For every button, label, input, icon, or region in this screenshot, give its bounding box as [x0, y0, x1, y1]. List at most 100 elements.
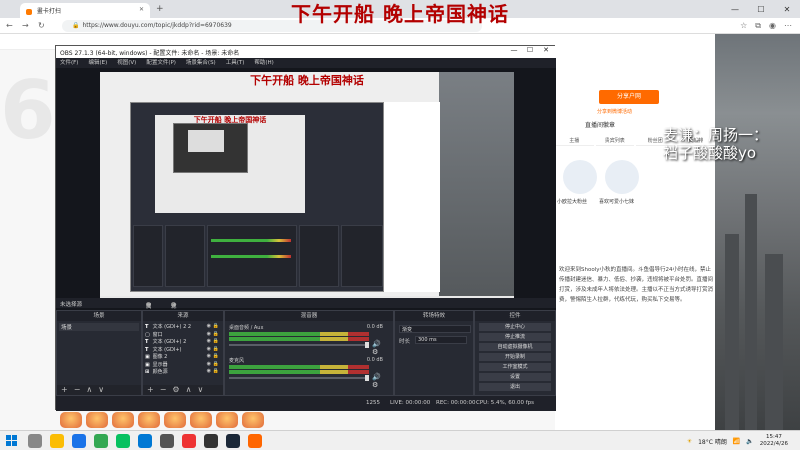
add-icon[interactable]: + [61, 385, 68, 395]
obs-preview[interactable]: 下午开船 晚上帝国神话 下午开船 晚上帝国神话 [56, 68, 556, 310]
scene-item[interactable]: 场景 [59, 323, 139, 331]
source-item[interactable]: ⊞ 颜色源 ◉ 🔒 [145, 368, 221, 376]
speaker-icon[interactable]: 🔊 ⚙ [372, 340, 385, 356]
eye-icon[interactable]: ◉ [207, 331, 211, 337]
gift-item[interactable] [190, 412, 212, 428]
add-icon[interactable]: + [147, 385, 154, 395]
source-item[interactable]: ▣ 图像 2 ◉ 🔒 [145, 353, 221, 361]
channel-db: 0.0 dB [366, 324, 383, 330]
exit-button[interactable]: 退出 [479, 383, 551, 391]
menu-help[interactable]: 帮助(H) [254, 58, 273, 68]
eye-icon[interactable]: ◉ [207, 368, 211, 374]
eye-icon[interactable]: ◉ [207, 338, 211, 344]
channel-name: 桌面音频 / Aux [229, 325, 264, 331]
side-tab[interactable]: 贵宾列表 [595, 134, 634, 146]
menu-profile[interactable]: 配置文件(P) [146, 58, 176, 68]
stop-streaming-button[interactable]: 停止推流 [479, 333, 551, 341]
volume-slider[interactable] [229, 377, 369, 379]
gift-item[interactable] [242, 412, 264, 428]
eye-icon[interactable]: ◉ [207, 353, 211, 359]
nested-video [439, 72, 514, 305]
gift-item[interactable] [164, 412, 186, 428]
studio-mode-button[interactable]: 工作室模式 [479, 363, 551, 371]
control-button[interactable]: 停止中心 [479, 323, 551, 331]
menu-tools[interactable]: 工具(T) [226, 58, 245, 68]
file-explorer-icon[interactable] [50, 434, 64, 448]
background-logo: 6 [0, 64, 56, 157]
menu-scene-collection[interactable]: 场景集合(S) [186, 58, 216, 68]
move-down-icon[interactable]: ∨ [98, 385, 104, 395]
avatar[interactable] [563, 160, 597, 194]
taskbar-apps [28, 434, 262, 448]
clock[interactable]: 15:47 2022/4/26 [760, 434, 788, 448]
remove-icon[interactable]: − [74, 385, 81, 395]
app-icon[interactable] [182, 434, 196, 448]
obs-window-controls: — ☐ ✕ [506, 46, 554, 54]
source-item[interactable]: T 文本 (GDI+) 2 ◉ 🔒 [145, 338, 221, 346]
store-icon[interactable] [138, 434, 152, 448]
gear-icon[interactable]: ⚙ [172, 385, 179, 395]
app-icon[interactable] [160, 434, 174, 448]
source-item[interactable]: ▢ 窗口 ◉ 🔒 [145, 331, 221, 339]
move-up-icon[interactable]: ∧ [186, 385, 192, 395]
gift-item[interactable] [138, 412, 160, 428]
gift-item[interactable] [112, 412, 134, 428]
app-icon[interactable] [248, 434, 262, 448]
side-tab[interactable]: 主播 [555, 134, 594, 146]
room-side-panel: 分享户网 分享到微博活动 直播间徽章 主播 贵宾列表 粉丝团 贡献排 小欧拉大粉… [555, 40, 715, 430]
maximize-icon[interactable]: ☐ [522, 46, 538, 54]
volume-icon[interactable]: 🔈 [746, 438, 753, 445]
lock-icon[interactable]: 🔒 [213, 346, 219, 352]
lock-icon[interactable]: 🔒 [213, 368, 219, 374]
nested-preview-3 [188, 130, 224, 152]
wechat-icon[interactable] [116, 434, 130, 448]
lock-icon[interactable]: 🔒 [213, 323, 219, 329]
gift-item[interactable] [60, 412, 82, 428]
source-item[interactable]: T 文本 (GDI+) 2 2 ◉ 🔒 [145, 323, 221, 331]
move-down-icon[interactable]: ∨ [197, 385, 203, 395]
obs-icon[interactable] [204, 434, 218, 448]
duration-input[interactable]: 300 ms [415, 336, 467, 344]
lock-icon[interactable]: 🔒 [213, 338, 219, 344]
network-icon[interactable]: 📶 [733, 438, 740, 445]
share-link[interactable]: 分享到微博活动 [597, 108, 632, 115]
steam-icon[interactable] [226, 434, 240, 448]
chrome-icon[interactable] [94, 434, 108, 448]
volume-slider-handle[interactable] [365, 342, 369, 348]
gift-item[interactable] [86, 412, 108, 428]
weather-icon: ☀ [686, 437, 693, 445]
volume-slider-handle[interactable] [365, 375, 369, 381]
lock-icon[interactable]: 🔒 [213, 331, 219, 337]
gift-item[interactable] [216, 412, 238, 428]
start-recording-button[interactable]: 开始录制 [479, 353, 551, 361]
fan-figures: 小欧拉大粉丝 喜欢可爱小七妹 [555, 160, 715, 210]
windows-start-icon[interactable] [6, 435, 18, 447]
search-icon[interactable] [28, 434, 42, 448]
menu-view[interactable]: 视图(V) [117, 58, 136, 68]
source-item[interactable]: ▣ 显示器 ◉ 🔒 [145, 361, 221, 369]
sources-header: 来源 [143, 311, 223, 321]
eye-icon[interactable]: ◉ [207, 323, 211, 329]
nested-obs-window: 下午开船 晚上帝国神话 [130, 102, 384, 292]
eye-icon[interactable]: ◉ [207, 361, 211, 367]
edge-icon[interactable] [72, 434, 86, 448]
source-item[interactable]: T 文本 (GDI+) ◉ 🔒 [145, 346, 221, 354]
avatar[interactable] [605, 160, 639, 194]
share-button[interactable]: 分享户网 [599, 90, 659, 104]
eye-icon[interactable]: ◉ [207, 346, 211, 352]
menu-edit[interactable]: 编辑(E) [88, 58, 107, 68]
lock-icon[interactable]: 🔒 [213, 361, 219, 367]
transition-select[interactable]: 渐变 [399, 325, 471, 333]
settings-button[interactable]: 设置 [479, 373, 551, 381]
menu-file[interactable]: 文件(F) [60, 58, 78, 68]
minimize-icon[interactable]: — [506, 46, 522, 54]
volume-slider[interactable] [229, 344, 369, 346]
virtual-camera-button[interactable]: 自动虚拟摄像机 [479, 343, 551, 351]
close-icon[interactable]: ✕ [538, 46, 554, 54]
volume-meter [229, 370, 369, 374]
speaker-icon[interactable]: 🔊 ⚙ [372, 373, 385, 389]
lock-icon[interactable]: 🔒 [213, 353, 219, 359]
weather-text[interactable]: 18°C 晴朗 [698, 437, 727, 446]
move-up-icon[interactable]: ∧ [86, 385, 92, 395]
remove-icon[interactable]: − [160, 385, 167, 395]
